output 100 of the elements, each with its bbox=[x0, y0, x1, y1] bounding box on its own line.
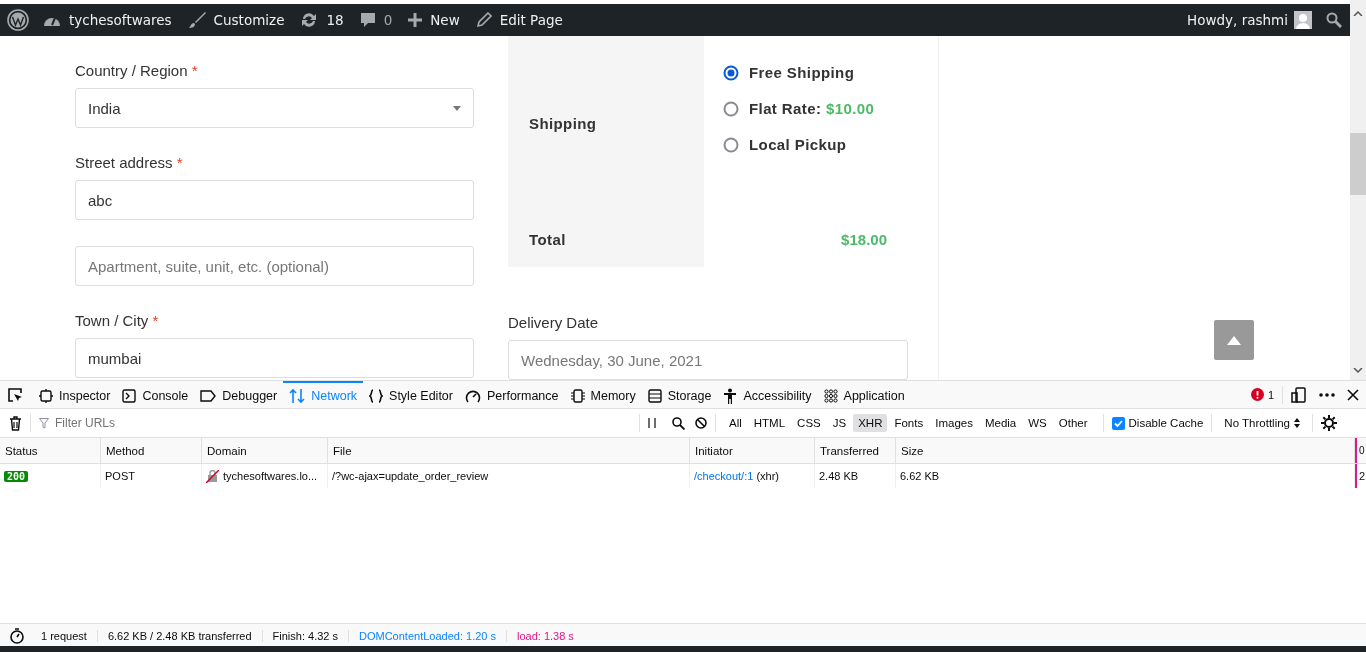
search-icon[interactable] bbox=[1326, 12, 1342, 28]
delivery-date-field[interactable]: Wednesday, 30 June, 2021 bbox=[508, 340, 908, 380]
person-icon bbox=[723, 387, 738, 404]
country-select[interactable]: India bbox=[75, 88, 474, 128]
type-filter-button[interactable]: WS bbox=[1023, 414, 1052, 432]
stopwatch-icon[interactable] bbox=[9, 628, 25, 644]
error-count[interactable]: 1 bbox=[1267, 388, 1274, 401]
table-cell: 2.48 KB bbox=[815, 464, 896, 488]
column-header[interactable]: Method bbox=[101, 438, 202, 463]
devtools-tab[interactable]: Performance bbox=[458, 381, 565, 408]
pencil-icon bbox=[475, 12, 492, 28]
table-cell: POST bbox=[101, 464, 202, 488]
devtools-tab[interactable]: Storage bbox=[641, 381, 718, 408]
tag-shape-icon bbox=[200, 389, 217, 402]
curly-braces-icon bbox=[369, 388, 384, 403]
up-down-arrows-icon bbox=[289, 387, 306, 404]
throttling-select[interactable]: No Throttling bbox=[1220, 417, 1304, 429]
column-header[interactable]: Initiator bbox=[690, 438, 815, 463]
devtools-tab[interactable]: Console bbox=[116, 381, 195, 408]
input-field[interactable]: mumbai bbox=[75, 338, 474, 378]
responsive-design-icon[interactable] bbox=[1291, 386, 1307, 403]
radio-button[interactable] bbox=[723, 100, 739, 117]
column-header[interactable]: Domain bbox=[202, 438, 328, 463]
devtools-tab[interactable]: Style Editor bbox=[363, 381, 459, 408]
edit-page-link[interactable]: Edit Page bbox=[499, 12, 563, 28]
total-heading: Total bbox=[529, 230, 566, 248]
table-cell: 2 bbox=[1355, 464, 1366, 488]
insecure-lock-icon bbox=[206, 469, 219, 483]
element-picker-icon[interactable] bbox=[7, 386, 23, 403]
table-cell: /?wc-ajax=update_order_review bbox=[328, 464, 690, 488]
column-header[interactable]: Size bbox=[896, 438, 1355, 463]
summary-text: load: 1.38 s bbox=[516, 630, 575, 642]
type-filter-button[interactable]: HTML bbox=[748, 414, 791, 432]
funnel-icon bbox=[39, 417, 49, 429]
column-header[interactable]: File bbox=[328, 438, 690, 463]
checkbox-label[interactable]: Disable Cache bbox=[1128, 417, 1204, 429]
type-filter-button[interactable]: Images bbox=[930, 414, 978, 432]
customize-link[interactable]: Customize bbox=[213, 12, 285, 28]
type-filter-button[interactable]: XHR bbox=[853, 414, 888, 432]
summary-text: DOMContentLoaded: 1.20 s bbox=[349, 630, 507, 642]
devtools-tab[interactable]: Inspector bbox=[33, 381, 117, 408]
field-label: Country / Region * bbox=[75, 62, 199, 79]
pause-icon[interactable] bbox=[648, 418, 656, 428]
block-icon[interactable] bbox=[695, 417, 707, 429]
dot-grid-icon bbox=[823, 388, 838, 403]
close-icon[interactable] bbox=[1347, 388, 1359, 401]
radio-button[interactable] bbox=[723, 64, 739, 81]
search-icon[interactable] bbox=[672, 416, 685, 430]
radio-button[interactable] bbox=[723, 136, 739, 153]
input-field[interactable]: abc bbox=[75, 180, 474, 220]
input-field[interactable]: Apartment, suite, unit, etc. (optional) bbox=[75, 246, 474, 286]
field-label: Street address * bbox=[75, 154, 184, 171]
dropdown-caret-icon bbox=[453, 105, 461, 111]
settings-icon[interactable] bbox=[1321, 415, 1337, 431]
devtools-tab[interactable]: Application bbox=[817, 381, 911, 408]
gauge-icon bbox=[464, 388, 481, 403]
plus-icon bbox=[408, 13, 423, 27]
trash-icon[interactable] bbox=[9, 415, 22, 431]
type-filter-button[interactable]: JS bbox=[827, 414, 852, 432]
initiator-link[interactable]: /checkout/:1 bbox=[694, 470, 754, 482]
type-filter-button[interactable]: Fonts bbox=[889, 414, 929, 432]
console-prompt-icon bbox=[122, 388, 137, 403]
new-link[interactable]: New bbox=[430, 12, 460, 28]
column-header[interactable]: 0 bbox=[1355, 438, 1366, 463]
site-name-link[interactable]: tychesoftwares bbox=[69, 12, 172, 28]
chip-icon bbox=[570, 388, 585, 403]
type-filter-button[interactable]: CSS bbox=[792, 414, 826, 432]
type-filter-button[interactable]: Other bbox=[1053, 414, 1093, 432]
comment-bubble-icon bbox=[359, 11, 376, 29]
devtools-tab[interactable]: Debugger bbox=[194, 381, 284, 408]
field-label: Town / City * bbox=[75, 312, 160, 329]
storage-drawers-icon bbox=[647, 388, 662, 403]
shipping-option-label[interactable]: Flat Rate: $10.00 bbox=[749, 100, 875, 117]
table-cell: 6.62 KB bbox=[896, 464, 1355, 488]
summary-text: 6.62 KB / 2.48 KB transferred bbox=[97, 630, 263, 642]
shipping-heading: Shipping bbox=[529, 115, 597, 132]
scrollbar-thumb[interactable] bbox=[1350, 133, 1366, 195]
more-dots-icon[interactable] bbox=[1319, 392, 1335, 397]
updates-count[interactable]: 18 bbox=[326, 12, 344, 28]
shipping-option-label[interactable]: Local Pickup bbox=[749, 136, 847, 153]
devtools-tab[interactable]: Memory bbox=[564, 381, 642, 408]
user-greeting[interactable]: Howdy, rashmi bbox=[1187, 12, 1288, 28]
column-header[interactable]: Status bbox=[0, 438, 101, 463]
table-cell: (xhr) bbox=[756, 470, 779, 482]
devtools-tab[interactable]: Accessibility bbox=[717, 381, 818, 408]
shipping-option-label[interactable]: Free Shipping bbox=[749, 64, 855, 81]
column-header[interactable]: Transferred bbox=[815, 438, 896, 463]
wordpress-logo-icon[interactable] bbox=[7, 9, 29, 31]
up-down-caret-icon bbox=[1294, 418, 1300, 428]
checkbox[interactable] bbox=[1111, 416, 1125, 430]
error-icon[interactable] bbox=[1250, 388, 1264, 401]
type-filter-button[interactable]: Media bbox=[979, 414, 1022, 432]
comments-count[interactable]: 0 bbox=[383, 12, 393, 28]
type-filter-button[interactable]: All bbox=[724, 414, 747, 432]
scroll-to-top-button[interactable] bbox=[1214, 320, 1254, 360]
summary-text: 1 request bbox=[31, 630, 98, 642]
avatar-silhouette-icon bbox=[1294, 11, 1312, 29]
table-cell: tychesoftwares.lo... bbox=[223, 470, 318, 482]
refresh-arrows-icon bbox=[300, 11, 319, 29]
status-code-badge: 200 bbox=[4, 470, 29, 482]
